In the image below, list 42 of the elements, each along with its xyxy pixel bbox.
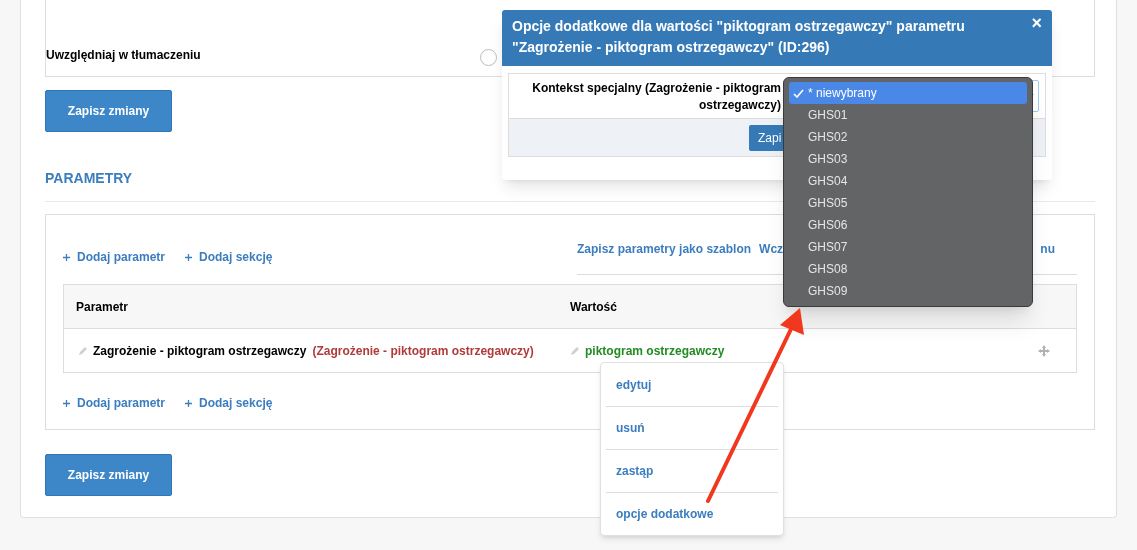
field-label: Kontekst specjalny (Zagrożenie - piktogram ostrzegawczy) (531, 80, 782, 114)
template-link[interactable]: Wcz (759, 240, 784, 274)
dropdown-option[interactable]: GHS01 (789, 104, 1027, 126)
pencil-icon (78, 345, 88, 356)
parameter-note: (Zagrożenie - piktogram ostrzegawczy) (312, 342, 534, 360)
dropdown-option[interactable]: GHS08 (789, 258, 1027, 280)
template-link[interactable]: nu (1040, 240, 1055, 274)
dropdown-option[interactable]: GHS06 (789, 214, 1027, 236)
template-link[interactable]: Zapisz parametry jako szablon (577, 240, 752, 274)
menu-item[interactable]: opcje dodatkowe (606, 492, 778, 535)
save-button[interactable]: Zapisz zmiany (45, 454, 172, 496)
dropdown-option[interactable]: GHS09 (789, 280, 1027, 302)
parameter-name[interactable]: Zagrożenie - piktogram ostrzegawczy (93, 341, 307, 360)
menu-item[interactable]: zastąp (606, 449, 778, 492)
plus-icon (63, 399, 70, 407)
add-link[interactable]: Dodaj parametr (63, 394, 166, 412)
dropdown-option[interactable]: GHS02 (789, 126, 1027, 148)
radio-button[interactable] (480, 49, 497, 66)
column-header: Parametr (75, 298, 130, 316)
parameter-value[interactable]: piktogram ostrzegawczy (585, 341, 725, 360)
dropdown-option[interactable]: GHS04 (789, 170, 1027, 192)
menu-item[interactable]: usuń (606, 406, 778, 449)
dropdown-option[interactable]: GHS03 (789, 148, 1027, 170)
add-link[interactable]: Dodaj sekcję (185, 248, 273, 266)
menu-item[interactable]: edytuj (606, 363, 778, 406)
check-icon (793, 88, 804, 98)
field-label: Uwzględniaj w tłumaczeniu (46, 47, 202, 64)
move-icon[interactable] (1038, 344, 1050, 357)
dropdown-option[interactable]: * niewybrany (789, 82, 1027, 104)
plus-icon (185, 399, 193, 407)
plus-icon (63, 253, 70, 261)
section-title: PARAMETRY (45, 169, 133, 188)
dropdown-option[interactable]: GHS07 (789, 236, 1027, 258)
save-button[interactable]: Zapisz zmiany (45, 90, 172, 132)
add-link[interactable]: Dodaj parametr (63, 248, 166, 266)
dropdown-option[interactable]: GHS05 (789, 192, 1027, 214)
column-header: Wartość (570, 298, 617, 316)
close-button[interactable]: × (1031, 14, 1042, 32)
plus-icon (185, 253, 193, 261)
modal-title: Opcje dodatkowe dla wartości "piktogram ostrzegawczy" parametru "Zagrożenie - piktogram ostrzegawczy" (ID:296) (512, 17, 966, 57)
add-link[interactable]: Dodaj sekcję (185, 394, 273, 412)
pencil-icon (570, 345, 580, 356)
